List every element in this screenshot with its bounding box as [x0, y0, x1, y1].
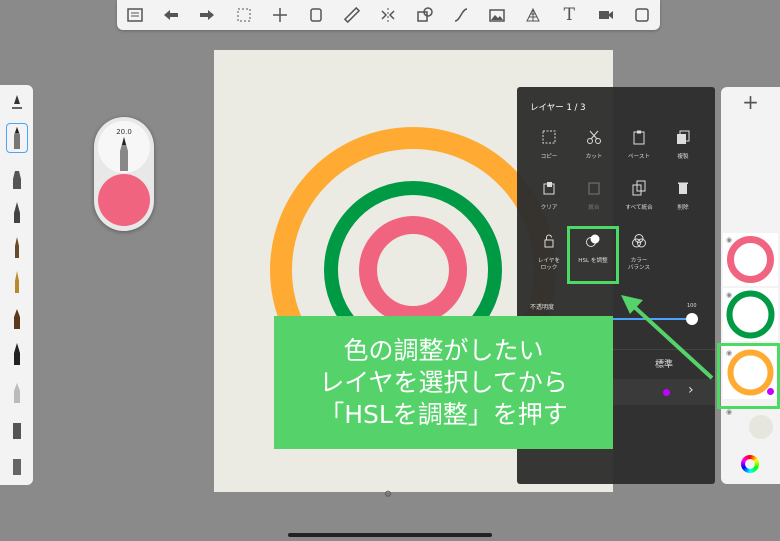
canvas-resize-handle[interactable]: ⚙ [384, 490, 392, 500]
transform-icon[interactable] [269, 4, 291, 26]
brush-size-control[interactable]: 20.0 [98, 121, 150, 173]
copy-layer-icon[interactable] [305, 4, 327, 26]
callout-line: 色の調整がしたい [343, 335, 544, 365]
merge-all-button[interactable]: すべて統合 [619, 175, 659, 212]
airbrush-icon[interactable] [6, 303, 28, 333]
annotation-callout: 色の調整がしたい レイヤを選択してから 「HSLを調整」を押す [274, 316, 613, 449]
chevron-right-icon: › [693, 355, 698, 368]
add-layer-button[interactable]: + [721, 90, 780, 114]
pencil-brush-icon[interactable] [6, 123, 28, 153]
eye-icon[interactable]: ◉ [726, 408, 732, 416]
pencil-tip-icon [120, 137, 128, 171]
cut-button[interactable]: カット [574, 124, 614, 161]
duplicate-button[interactable]: 複製 [663, 124, 703, 161]
curve-icon[interactable] [450, 4, 472, 26]
paste-button[interactable]: ペースト [619, 124, 659, 161]
merge-icon [588, 182, 600, 195]
list-icon[interactable] [124, 4, 146, 26]
marker-brush-icon[interactable] [6, 163, 28, 193]
hsl-button-highlight [567, 226, 619, 284]
callout-line: レイヤを選択してから [319, 367, 568, 397]
clear-icon [543, 182, 555, 195]
home-indicator [288, 533, 492, 537]
lock-icon [544, 234, 554, 248]
layer-menu-title: レイヤー 1 / 3 [530, 103, 586, 113]
perspective-icon[interactable] [522, 4, 544, 26]
copy-icon [542, 130, 556, 144]
chevron-right-icon: › [688, 382, 694, 398]
color-wheel-icon[interactable] [741, 455, 759, 473]
redo-icon[interactable] [196, 4, 218, 26]
layer-color-dot [663, 389, 670, 396]
opacity-max-value: 100 [687, 303, 697, 309]
symmetry-icon[interactable] [377, 4, 399, 26]
image-icon[interactable] [486, 4, 508, 26]
brush-color-swatch[interactable] [98, 174, 150, 226]
shape-icon[interactable] [414, 4, 436, 26]
eraser-brush-icon[interactable] [6, 377, 28, 407]
paste-icon [633, 130, 645, 145]
merge-button[interactable]: 統合 [574, 175, 614, 212]
opacity-slider-thumb[interactable] [686, 313, 698, 325]
opacity-label: 不透明度 [530, 304, 555, 311]
blur-brush-icon[interactable] [6, 449, 28, 479]
background-color-swatch[interactable] [749, 415, 773, 439]
pen-brush-icon[interactable] [6, 197, 28, 227]
layers-panel: + ◉ ◉ ◉ ◉ [721, 87, 780, 484]
duplicate-icon [677, 130, 690, 144]
brush-settings-icon[interactable] [6, 90, 28, 120]
pink-ring [359, 216, 467, 324]
callout-line: 「HSLを調整」を押す [319, 399, 568, 429]
scissors-icon [587, 130, 601, 144]
layer-thumbnail-1[interactable]: ◉ [723, 233, 778, 286]
color-balance-button[interactable]: カラー バランス [619, 228, 659, 272]
fullscreen-icon[interactable] [631, 4, 653, 26]
delete-button[interactable]: 削除 [663, 175, 703, 212]
merge-all-icon [632, 180, 646, 196]
chisel-brush-icon[interactable] [6, 339, 28, 369]
top-toolbar: T [117, 0, 660, 30]
text-icon[interactable]: T [558, 4, 580, 26]
brush-size-value: 20.0 [116, 128, 132, 136]
ink-brush-icon[interactable] [6, 267, 28, 297]
layer-selection-highlight [717, 343, 780, 409]
video-icon[interactable] [595, 4, 617, 26]
brush-puck[interactable]: 20.0 [94, 117, 154, 231]
select-icon[interactable] [233, 4, 255, 26]
smudge-brush-icon[interactable] [6, 413, 28, 443]
ruler-icon[interactable] [341, 4, 363, 26]
paint-brush-icon[interactable] [6, 232, 28, 262]
blend-mode-value: 標準 [655, 360, 674, 370]
color-balance-icon [632, 234, 646, 248]
trash-icon [678, 182, 688, 194]
lock-layer-button[interactable]: レイヤを ロック [529, 228, 569, 272]
copy-button[interactable]: コピー [529, 124, 569, 161]
background-layer[interactable]: ◉ [723, 405, 778, 449]
brush-panel [0, 85, 33, 485]
undo-icon[interactable] [160, 4, 182, 26]
layer-thumbnail-2[interactable]: ◉ [723, 288, 778, 341]
clear-button[interactable]: クリア [529, 175, 569, 212]
